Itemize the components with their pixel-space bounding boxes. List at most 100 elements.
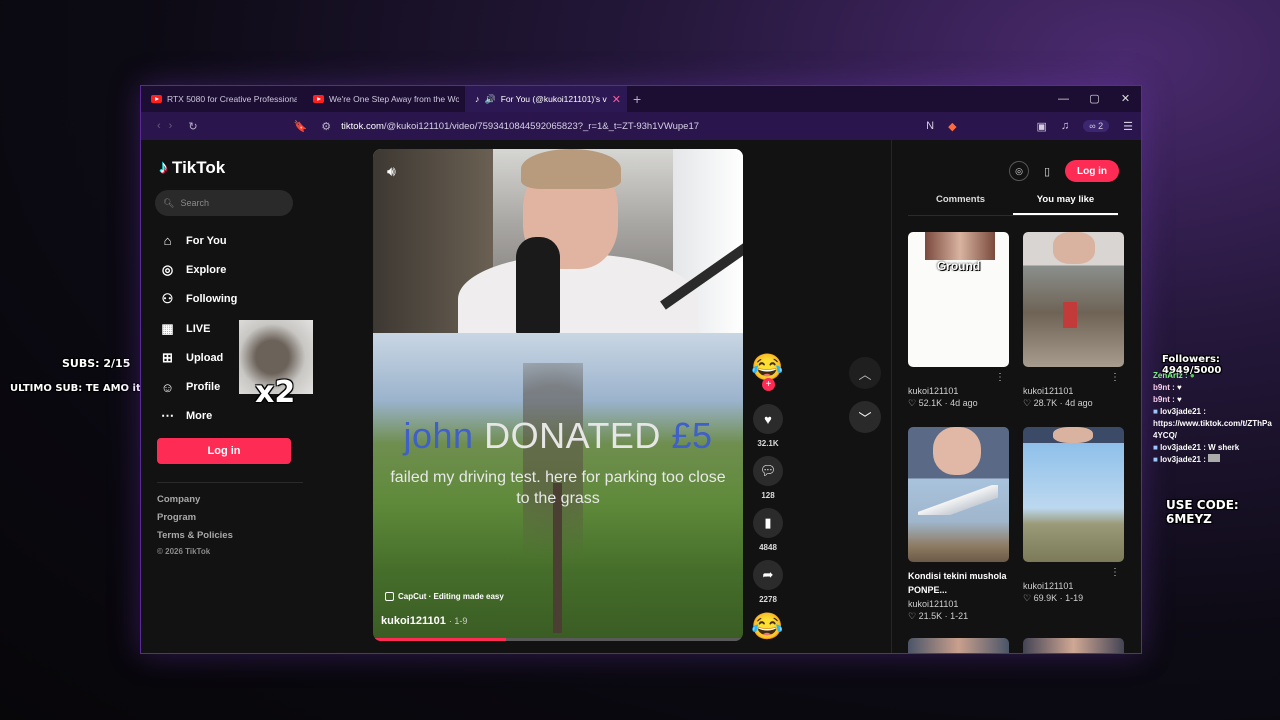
live-icon: ▦ xyxy=(161,320,174,336)
panel-tabs: Comments You may like xyxy=(908,194,1118,216)
minimize-icon[interactable]: — xyxy=(1048,86,1079,112)
card-author: kukoi121101 ⋮ xyxy=(1023,372,1120,396)
sidebar-item-for-you[interactable]: ⌂ For You xyxy=(159,226,309,255)
right-header: ◎ ▯ Log in xyxy=(1009,160,1119,182)
login-button[interactable]: Log in xyxy=(1065,160,1119,182)
tiktok-logo[interactable]: ♪ TikTok xyxy=(159,157,225,178)
like-button[interactable]: ♥ xyxy=(753,404,783,434)
search-input[interactable]: 🔍︎ Search xyxy=(155,190,293,216)
comment-count: 128 xyxy=(761,491,775,500)
video-thumbnail xyxy=(1023,427,1124,562)
video-thumbnail: Ground xyxy=(908,232,1009,367)
tab-one-step[interactable]: We're One Step Away from the World xyxy=(303,86,465,112)
footer-company[interactable]: Company xyxy=(157,494,200,505)
footer-program[interactable]: Program xyxy=(157,512,196,523)
chat-line: ■ lov3jade21 : https://www.tiktok.com/t/Z… xyxy=(1153,407,1272,440)
card-title: Kondisi tekini mushola PONPE... xyxy=(908,571,1007,595)
next-video-button[interactable]: ﹀ xyxy=(849,401,881,433)
heart-icon: ♥ xyxy=(764,411,772,427)
suggested-video[interactable]: Ground kukoi121101 ⋮ ♡ 52.1K · 4d ago xyxy=(908,232,1009,409)
share-button[interactable]: ➦ xyxy=(753,560,783,590)
thumb-face xyxy=(1053,232,1095,264)
reload-icon[interactable]: ↻ xyxy=(188,120,197,133)
video-progress[interactable] xyxy=(373,638,743,641)
tab-rtx[interactable]: RTX 5080 for Creative Professionals - xyxy=(141,86,303,112)
chat-line: b9nt : ♥ xyxy=(1153,395,1182,404)
translate-icon[interactable]: Ν xyxy=(926,120,934,132)
new-tab-icon[interactable]: + xyxy=(633,91,641,107)
sidebar-item-following[interactable]: ⚇ Following xyxy=(159,285,309,314)
more-icon: ⋯ xyxy=(161,408,174,424)
back-icon[interactable]: ‹ xyxy=(157,120,161,132)
capcut-icon xyxy=(385,592,394,601)
video-player[interactable]: john DONATED £5 failed my driving test. … xyxy=(373,149,743,641)
bookmark-icon: ▮ xyxy=(764,515,772,530)
divider xyxy=(157,482,303,483)
thumb-caption: Ground xyxy=(936,259,981,273)
home-icon: ⌂ xyxy=(163,233,172,249)
thumb-face xyxy=(933,427,981,475)
video-thumbnail xyxy=(1023,232,1124,367)
speaker-icon: 🔊 xyxy=(484,93,496,104)
card-author: kukoi121101 ⋮ xyxy=(1023,567,1120,591)
suggested-video[interactable]: Kondisi tekini mushola PONPE... kukoi121… xyxy=(908,427,1009,622)
suggested-video-partial[interactable] xyxy=(908,638,1009,653)
suggested-video[interactable]: kukoi121101 ⋮ ♡ 69.9K · 1-19 xyxy=(1023,427,1124,604)
card-stats: ♡ 28.7K · 4d ago xyxy=(1023,398,1093,408)
forward-icon[interactable]: › xyxy=(169,120,173,132)
share-count: 2278 xyxy=(759,595,777,604)
suggested-video[interactable]: kukoi121101 ⋮ ♡ 28.7K · 4d ago xyxy=(1023,232,1124,409)
compass-icon[interactable]: ◎ xyxy=(1009,161,1029,181)
menu-icon[interactable]: ☰ xyxy=(1123,120,1133,133)
more-icon[interactable]: ⋮ xyxy=(1110,567,1120,578)
footer-terms[interactable]: Terms & Policies xyxy=(157,530,233,541)
brave-shield-icon[interactable]: ◆ xyxy=(948,120,956,133)
chat-line: ZenArtz : ● xyxy=(1153,371,1195,380)
comment-button[interactable]: 💬︎ xyxy=(753,456,783,486)
toolbar-right: Ν ◆ ▣ ♫ ∞ 2 ☰ xyxy=(926,112,1133,140)
progress-fill xyxy=(373,638,507,641)
chevron-down-icon: ﹀ xyxy=(858,410,872,426)
subs-counter: SUBS: 2/15 xyxy=(62,357,131,370)
chat-box: ZenArtz : ● b9nt : ♥ b9nt : ♥ ■ lov3jade… xyxy=(1153,370,1275,466)
microphone xyxy=(516,237,560,337)
tab-tiktok[interactable]: ♪ 🔊 For You (@kukoi121101)'s vi ✕ xyxy=(465,86,627,112)
tab-comments[interactable]: Comments xyxy=(908,194,1013,215)
prev-video-button[interactable]: ︿ xyxy=(849,357,881,389)
close-window-icon[interactable]: ✕ xyxy=(1110,86,1141,112)
x2-multiplier: x2 xyxy=(255,375,296,410)
bookmark-icon[interactable]: 🔖 xyxy=(294,120,308,133)
capcut-tag[interactable]: CapCut · Editing made easy xyxy=(385,592,504,601)
maximize-icon[interactable]: ▢ xyxy=(1079,86,1110,112)
mobile-icon[interactable]: ▯ xyxy=(1037,161,1057,181)
more-icon[interactable]: ⋮ xyxy=(995,372,1005,383)
suggested-video-partial[interactable] xyxy=(1023,638,1124,653)
card-stats: ♡ 52.1K · 4d ago xyxy=(908,398,978,408)
thumb-face xyxy=(925,232,995,260)
video-thumbnail xyxy=(908,427,1009,562)
person-hair xyxy=(521,149,621,189)
site-settings-icon[interactable]: ⚙ xyxy=(321,120,331,133)
volume-icon[interactable]: 🔊︎ xyxy=(387,163,396,180)
share-icon: ➦ xyxy=(762,567,774,582)
more-icon[interactable]: ⋮ xyxy=(1110,372,1120,383)
close-tab-icon[interactable]: ✕ xyxy=(612,93,621,106)
sidebar-item-explore[interactable]: ◎ Explore xyxy=(159,255,309,284)
music-icon[interactable]: ♫ xyxy=(1061,120,1069,132)
like-count: 32.1K xyxy=(757,439,779,448)
tab-you-may-like[interactable]: You may like xyxy=(1013,194,1118,215)
extensions-pill[interactable]: ∞ 2 xyxy=(1083,120,1110,132)
music-disc[interactable]: 😂 xyxy=(751,611,783,642)
video-author[interactable]: kukoi121101 · 1-9 xyxy=(381,615,467,627)
window-controls: — ▢ ✕ xyxy=(1048,86,1141,112)
thumb-person xyxy=(1063,302,1077,328)
url-field[interactable]: tiktok.com/@kukoi121101/video/7593410844… xyxy=(341,121,699,132)
follow-plus-icon[interactable]: + xyxy=(762,378,775,391)
webcam-frame xyxy=(373,149,743,344)
wallet-icon[interactable]: ▣ xyxy=(1037,120,1047,133)
sidebar-login-button[interactable]: Log in xyxy=(157,438,291,464)
card-author: kukoi121101 xyxy=(908,599,959,609)
save-button[interactable]: ▮ xyxy=(753,508,783,538)
save-count: 4848 xyxy=(759,543,777,552)
upload-icon: ⊞ xyxy=(162,349,173,365)
